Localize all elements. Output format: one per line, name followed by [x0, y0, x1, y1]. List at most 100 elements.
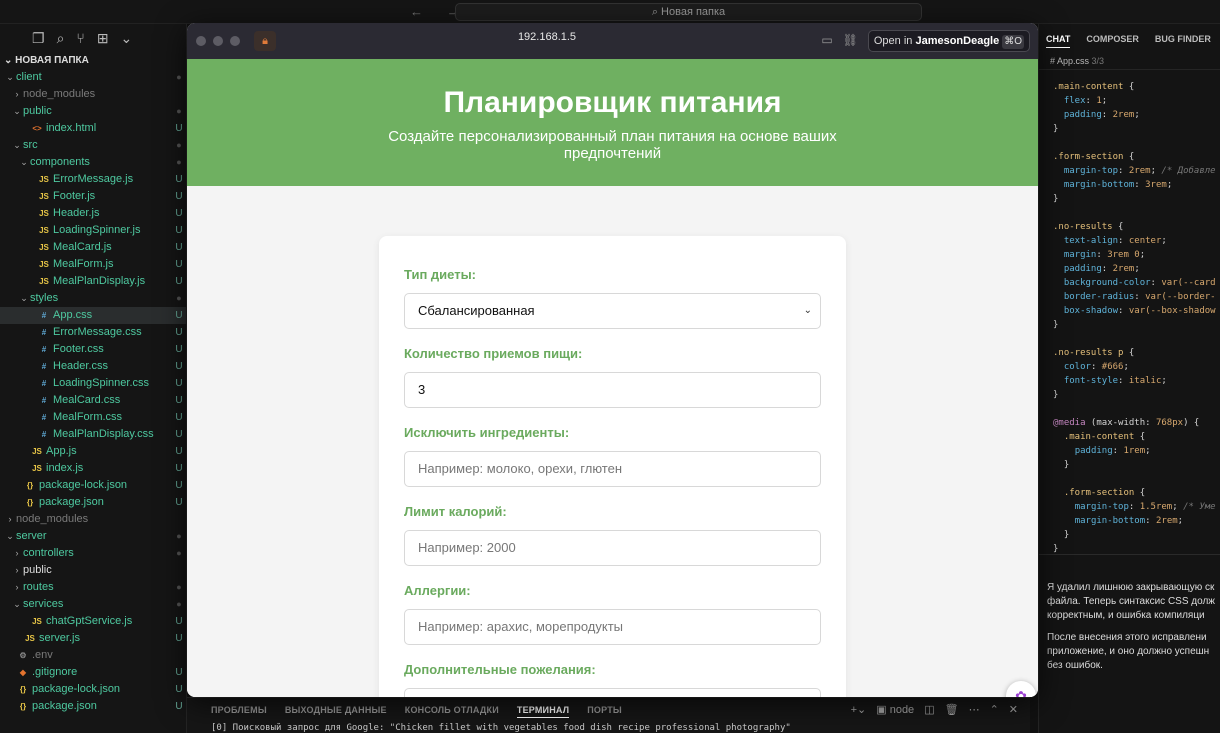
git-status-dot: ● [176, 140, 182, 150]
file-tree-item[interactable]: JS ErrorMessage.js U [0, 171, 186, 188]
wishes-textarea[interactable] [404, 688, 821, 697]
source-control-icon[interactable]: ⑂ [76, 30, 84, 52]
file-tree-label: components [30, 156, 90, 168]
terminal-icon[interactable]: ▣ node [876, 703, 914, 716]
file-tree-item[interactable]: JS App.js U [0, 443, 186, 460]
file-tree-item[interactable]: JS Footer.js U [0, 188, 186, 205]
git-status-badge: U [175, 123, 183, 134]
file-tree-item[interactable]: › node_modules [0, 511, 186, 528]
file-type-icon: ◆ [19, 668, 27, 677]
close-window-button[interactable] [196, 36, 206, 46]
file-tree-item[interactable]: JS server.js U [0, 630, 186, 647]
file-tree-label: server.js [39, 632, 80, 644]
panel-tab[interactable]: ПОРТЫ [587, 705, 622, 718]
file-tree-item[interactable]: {} package.json U [0, 494, 186, 511]
file-tree-item[interactable]: JS chatGptService.js U [0, 613, 186, 630]
file-tree-item[interactable]: # MealCard.css U [0, 392, 186, 409]
chevron-down-icon: ⌄ [13, 599, 21, 609]
chat-tab[interactable]: COMPOSER [1086, 34, 1139, 54]
explorer-root-folder[interactable]: ⌄ НОВАЯ ПАПКА [0, 52, 186, 69]
git-status-badge: U [175, 480, 183, 491]
chat-tab[interactable]: CHAT [1046, 34, 1071, 48]
git-status-badge: U [175, 446, 183, 457]
chat-tab[interactable]: BUG FINDER [1155, 34, 1211, 54]
file-tree-item[interactable]: {} package-lock.json U [0, 681, 186, 698]
file-tree-item[interactable]: JS Header.js U [0, 205, 186, 222]
file-tree-item[interactable]: # MealForm.css U [0, 409, 186, 426]
file-tree-item[interactable]: ⌄ src ● [0, 137, 186, 154]
brain-icon[interactable]: ✿ [1006, 681, 1036, 697]
open-in-button[interactable]: Open in JamesonDeagle ⌘O [867, 30, 1030, 52]
zoom-window-button[interactable] [230, 36, 240, 46]
file-tree-item[interactable]: ⌄ components ● [0, 154, 186, 171]
file-tree-item[interactable]: ⌄ styles ● [0, 290, 186, 307]
allergies-input[interactable]: Например: арахис, морепродукты [404, 609, 821, 645]
chevron-down-icon[interactable]: ⌄ [121, 30, 133, 52]
file-type-icon: JS [39, 209, 49, 218]
file-tree-item[interactable]: ⌄ services ● [0, 596, 186, 613]
file-tree-item[interactable]: # Footer.css U [0, 341, 186, 358]
git-status-badge: U [175, 225, 183, 236]
file-tree-item[interactable]: › controllers ● [0, 545, 186, 562]
chat-file-context[interactable]: # App.css 3/3 [1039, 54, 1220, 70]
file-tree-label: src [23, 139, 38, 151]
window-controls [196, 36, 240, 46]
close-icon[interactable]: ✕ [1009, 703, 1018, 716]
meals-count-input[interactable]: 3 [404, 372, 821, 408]
panel-tab[interactable]: ВЫХОДНЫЕ ДАННЫЕ [285, 705, 387, 718]
panel-tab[interactable]: ТЕРМИНАЛ [516, 705, 570, 718]
file-type-icon: JS [39, 243, 49, 252]
file-tree-item[interactable]: # ErrorMessage.css U [0, 324, 186, 341]
search-icon[interactable]: ⌕ [57, 30, 65, 52]
chevron-right-icon: › [8, 514, 12, 524]
file-tree-item[interactable]: JS index.js U [0, 460, 186, 477]
file-tree-item[interactable]: › node_modules [0, 86, 186, 103]
file-tree-item[interactable]: › routes ● [0, 579, 186, 596]
command-search[interactable]: ⌕ Новая папка [455, 3, 922, 21]
file-tree-item[interactable]: ⌄ client ● [0, 69, 186, 86]
trash-icon[interactable]: 🗑︎ [945, 703, 959, 716]
file-tree-item[interactable]: JS MealForm.js U [0, 256, 186, 273]
terminal-name: node [889, 704, 915, 716]
file-tree-item[interactable]: {} package.json U [0, 698, 186, 715]
reader-icon[interactable]: ▭ [821, 33, 842, 47]
panel-tab[interactable]: ПРОБЛЕМЫ [211, 705, 267, 718]
minimize-window-button[interactable] [213, 36, 223, 46]
panel-tab[interactable]: КОНСОЛЬ ОТЛАДКИ [405, 705, 499, 718]
file-tree-item[interactable]: # LoadingSpinner.css U [0, 375, 186, 392]
add-terminal-icon[interactable]: +⌄ [851, 703, 867, 716]
diet-select[interactable]: Сбалансированная ⌄ [404, 293, 821, 329]
more-icon[interactable]: ⋯ [969, 703, 980, 716]
git-status-dot: ● [176, 531, 182, 541]
meals-field-group: Количество приемов пищи: 3 [404, 346, 821, 408]
calories-label: Лимит калорий: [404, 504, 507, 519]
file-tree-label: MealForm.css [53, 411, 123, 423]
file-tree-item[interactable]: ◆ .gitignore U [0, 664, 186, 681]
maximize-icon[interactable]: ⌃ [990, 703, 999, 716]
file-tree-item[interactable]: # MealPlanDisplay.css U [0, 426, 186, 443]
file-tree-item[interactable]: JS MealPlanDisplay.js U [0, 273, 186, 290]
file-tree-item[interactable]: ⌄ public ● [0, 103, 186, 120]
file-tree-item[interactable]: {} package-lock.json U [0, 477, 186, 494]
address-bar[interactable]: 192.168.1.5 [452, 31, 642, 43]
file-tree-item[interactable]: # App.css U [0, 307, 186, 324]
split-icon[interactable]: ◫ [924, 703, 934, 716]
file-tree-item[interactable]: JS MealCard.js U [0, 239, 186, 256]
files-icon[interactable]: ❐ [32, 30, 45, 52]
file-tree-item[interactable]: ⚙ .env [0, 647, 186, 664]
file-tree-item[interactable]: ⌄ server ● [0, 528, 186, 545]
file-tree-label: MealCard.css [53, 394, 121, 406]
exclude-ingredients-input[interactable]: Например: молоко, орехи, глютен [404, 451, 821, 487]
extensions-icon[interactable]: ⊞ [97, 30, 109, 52]
link-icon[interactable]: ⛓ [843, 33, 868, 47]
file-tree-item[interactable]: <> index.html U [0, 120, 186, 137]
file-tree-item[interactable]: # Header.css U [0, 358, 186, 375]
file-tree-item[interactable]: › public [0, 562, 186, 579]
calorie-limit-input[interactable]: Например: 2000 [404, 530, 821, 566]
activity-toolbar: ❐ ⌕ ⑂ ⊞ ⌄ [0, 24, 186, 52]
lock-icon[interactable]: 🔒︎ [254, 31, 276, 51]
file-tree-label: Footer.css [53, 343, 104, 355]
file-tree-label: public [23, 564, 52, 576]
file-tree-item[interactable]: JS LoadingSpinner.js U [0, 222, 186, 239]
git-status-badge: U [175, 191, 183, 202]
